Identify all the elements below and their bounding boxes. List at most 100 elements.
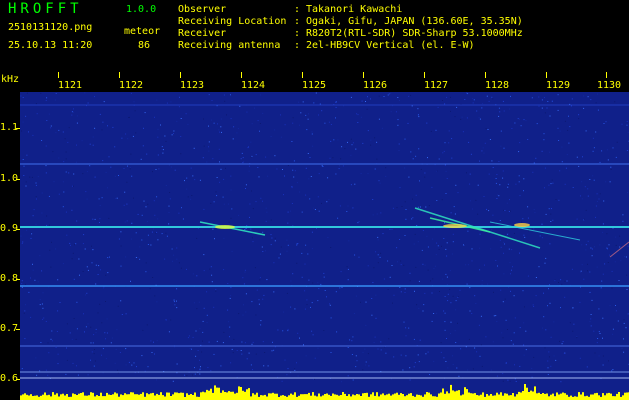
noise-speck [73,278,75,280]
power-bar [348,394,350,400]
noise-speck [40,92,42,94]
noise-speck [87,374,89,376]
noise-speck [378,118,380,120]
noise-speck [147,203,149,205]
noise-speck [260,197,262,199]
noise-speck [58,157,60,159]
noise-speck [51,241,52,243]
power-bar [186,393,188,400]
noise-speck [479,247,481,249]
noise-speck [94,218,96,220]
noise-speck [318,210,320,212]
noise-speck [412,217,414,219]
noise-speck [444,164,446,166]
power-bar [548,396,550,400]
noise-speck [367,173,369,175]
app-version: 1.0.0 [126,4,157,15]
noise-speck [261,246,263,248]
noise-speck [112,126,114,128]
noise-speck [257,120,259,122]
noise-speck [378,180,380,182]
noise-speck [101,322,103,324]
noise-speck [579,357,581,359]
noise-speck [510,273,511,275]
minute-tick-label: 1122 [118,80,144,91]
noise-speck [56,331,58,332]
noise-speck [232,138,234,140]
noise-speck [106,332,108,334]
noise-speck [543,97,545,99]
noise-speck [176,288,178,290]
noise-speck [427,269,429,271]
noise-speck [523,354,525,356]
power-bar [398,394,400,400]
noise-speck [603,123,605,124]
power-bar [134,394,136,400]
noise-speck [21,280,23,282]
noise-speck [426,122,428,124]
power-bar [120,394,122,400]
noise-speck [376,158,378,160]
noise-speck [312,334,314,336]
noise-speck [450,110,451,112]
noise-speck [545,257,547,259]
noise-speck [294,308,296,310]
power-bar [498,394,500,400]
power-bar [602,393,604,400]
noise-speck [415,266,417,268]
noise-speck [223,269,225,271]
power-bar [210,388,212,400]
noise-speck [283,311,285,313]
noise-speck [311,302,313,304]
noise-speck [502,337,504,339]
noise-speck [447,367,449,369]
noise-speck [357,122,359,123]
noise-speck [495,315,497,317]
noise-speck [286,239,288,241]
power-bar [352,394,354,400]
power-bar [260,395,262,400]
noise-speck [108,156,110,158]
noise-speck [357,222,359,224]
power-bar [106,392,108,400]
noise-speck [519,118,520,120]
power-bar [520,392,522,400]
noise-speck [559,170,561,172]
noise-speck [155,169,157,170]
power-bar [202,391,204,400]
noise-speck [450,333,451,334]
power-bar [284,395,286,400]
noise-speck [405,327,407,329]
power-bar [192,395,194,400]
power-bar [238,386,240,400]
noise-speck [602,317,604,319]
power-bar [554,396,556,400]
power-bar [298,395,300,400]
noise-speck [623,322,625,324]
noise-speck [352,336,354,338]
power-bar [430,394,432,400]
noise-speck [305,114,307,116]
noise-speck [102,160,104,162]
power-bar [490,394,492,400]
noise-speck [301,276,303,278]
power-bar [320,396,322,400]
noise-speck [89,143,91,145]
noise-speck [405,355,407,357]
power-bar [42,394,44,400]
noise-speck [587,263,588,265]
noise-speck [281,380,283,382]
meteor-echo [443,224,467,228]
noise-speck [495,182,497,184]
location-key: Receiving Location [178,16,287,27]
power-bar [580,394,582,400]
noise-speck [245,293,247,295]
noise-speck [172,260,173,262]
noise-speck [107,125,108,127]
noise-speck [482,103,484,105]
noise-speck [370,144,372,146]
noise-speck [208,94,210,96]
noise-speck [118,175,119,176]
noise-speck [596,201,598,202]
noise-speck [398,150,400,151]
